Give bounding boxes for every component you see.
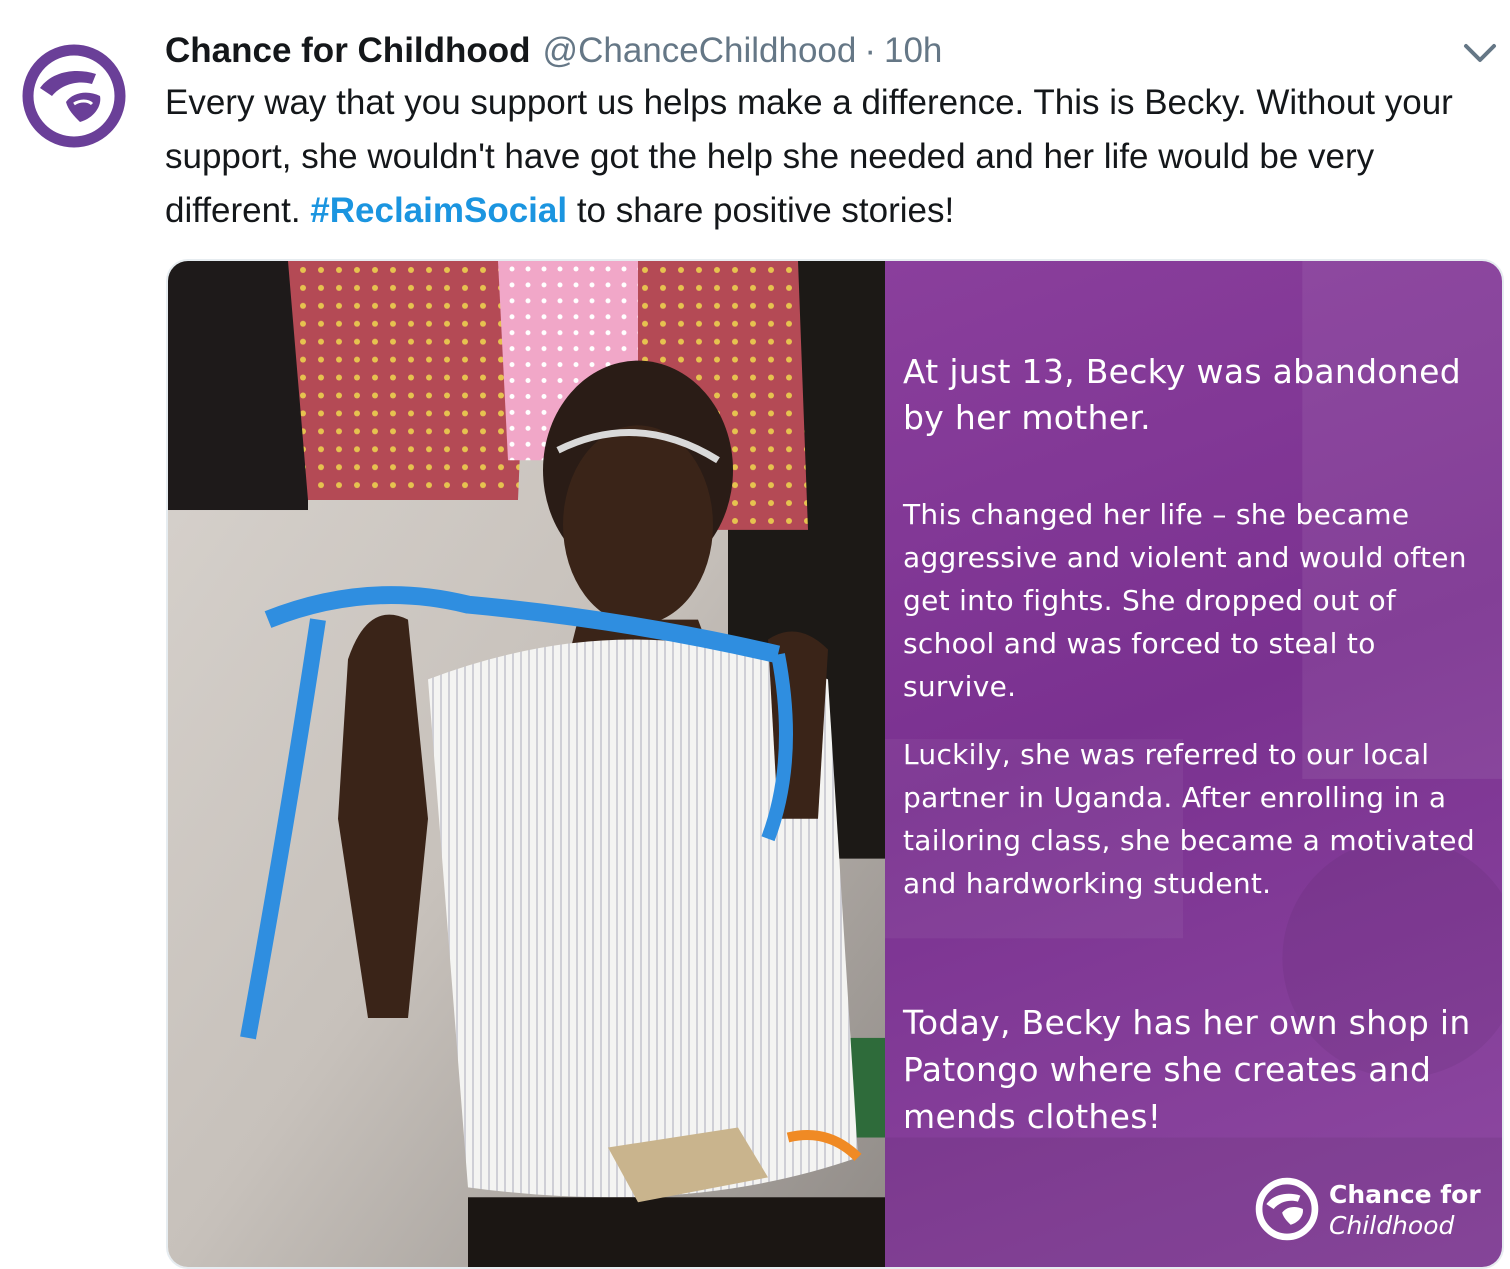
- logo-text: Chance for Childhood: [1329, 1179, 1481, 1241]
- tweet-menu-button[interactable]: [1460, 38, 1500, 68]
- panel-logo: Chance for Childhood: [1253, 1175, 1493, 1245]
- story-panel: At just 13, Becky was abandoned by her m…: [885, 261, 1502, 1267]
- chance-for-childhood-logo-icon: [18, 40, 130, 152]
- story-paragraph-3: Luckily, she was referred to our local p…: [903, 738, 1475, 900]
- tweet-text: Every way that you support us helps make…: [165, 76, 1485, 238]
- logo-line-1: Chance for: [1329, 1180, 1481, 1209]
- chevron-down-icon: [1464, 44, 1496, 62]
- logo-line-2: Childhood: [1329, 1211, 1455, 1240]
- profile-avatar[interactable]: [18, 40, 130, 152]
- tweet-text-end: to share positive stories!: [567, 191, 955, 230]
- chance-for-childhood-logo-icon: [1255, 1177, 1319, 1241]
- author-handle[interactable]: @ChanceChildhood: [543, 31, 857, 71]
- tweet-timestamp[interactable]: 10h: [884, 31, 942, 71]
- author-name[interactable]: Chance for Childhood: [165, 31, 531, 71]
- separator-dot: ·: [864, 31, 876, 70]
- becky-photo: [168, 261, 885, 1267]
- tweet-header: Chance for Childhood @ChanceChildhood · …: [165, 26, 942, 76]
- story-paragraph-4: Today, Becky has her own shop in Patongo…: [903, 1003, 1471, 1136]
- story-paragraph-1: At just 13, Becky was abandoned by her m…: [903, 352, 1461, 437]
- hashtag-link[interactable]: #ReclaimSocial: [310, 191, 567, 230]
- story-paragraph-2: This changed her life – she became aggre…: [903, 498, 1467, 703]
- tweet-image[interactable]: At just 13, Becky was abandoned by her m…: [166, 259, 1504, 1269]
